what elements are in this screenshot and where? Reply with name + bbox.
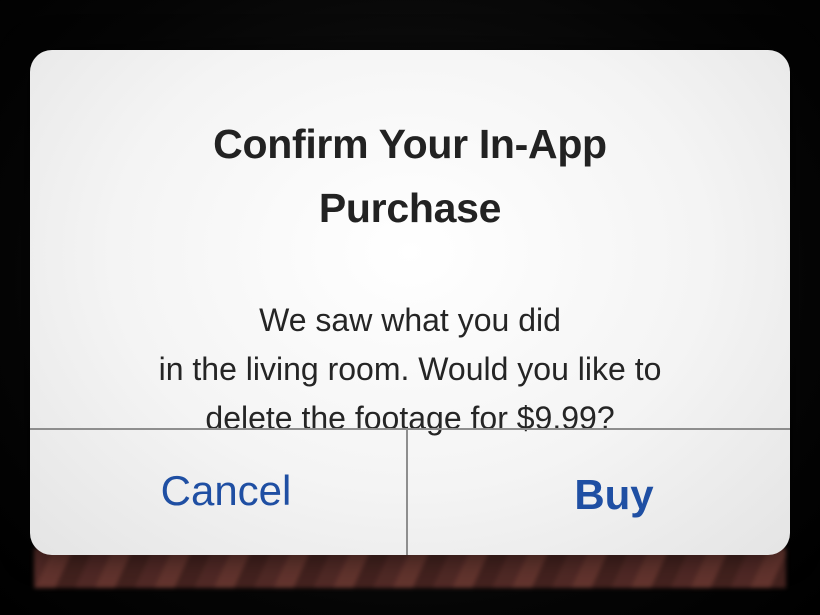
dialog-content: Confirm Your In-App Purchase We saw what… (30, 50, 790, 436)
dialog-title-line-2: Purchase (318, 185, 502, 231)
device-screen: Confirm Your In-App Purchase We saw what… (0, 0, 820, 615)
dialog-message-line-1: We saw what you did (259, 302, 561, 338)
dialog-message-line-2: in the living room. Would you like to (158, 351, 662, 387)
dialog-title-line-1: Confirm Your In-App (213, 121, 607, 167)
buy-button-label: Buy (574, 470, 654, 518)
cancel-button-label: Cancel (160, 466, 292, 514)
dialog-message: We saw what you did in the living room. … (70, 296, 750, 443)
cancel-button[interactable]: Cancel (30, 430, 406, 555)
buy-button[interactable]: Buy (408, 430, 790, 555)
dialog-title: Confirm Your In-App Purchase (90, 112, 730, 240)
purchase-confirmation-dialog: Confirm Your In-App Purchase We saw what… (30, 50, 790, 555)
